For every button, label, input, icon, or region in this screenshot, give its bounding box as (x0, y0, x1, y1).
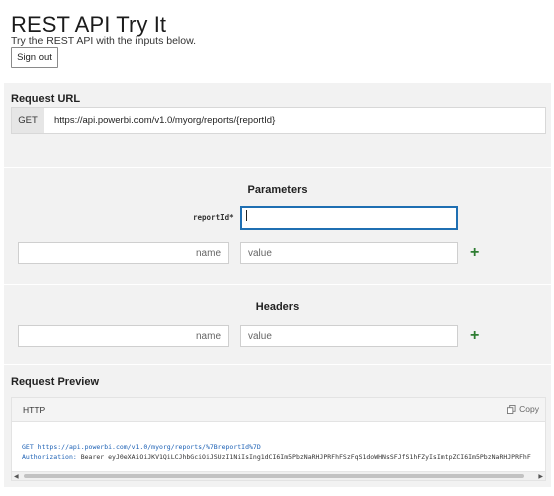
code-header-key: Authorization: (22, 453, 77, 461)
text-caret (246, 210, 247, 221)
report-id-field-wrapper (240, 206, 458, 230)
add-parameter-button[interactable]: + (470, 245, 479, 261)
preview-header-bar: HTTP Copy (12, 398, 545, 422)
param-name-input[interactable] (18, 242, 229, 264)
sign-out-button[interactable]: Sign out (11, 47, 58, 68)
http-tab-label: HTTP (23, 405, 46, 415)
request-preview-section: Request Preview HTTP Copy GET https://ap… (4, 365, 551, 487)
request-url-section: Request URL GET https://api.powerbi.com/… (4, 83, 551, 167)
scroll-right-icon[interactable]: ▶ (538, 473, 543, 480)
request-preview-label: Request Preview (11, 376, 100, 388)
headers-section: Headers + (4, 285, 551, 364)
headers-title: Headers (255, 301, 300, 313)
http-method-badge: GET (12, 108, 44, 133)
code-method: GET (22, 443, 34, 451)
header-name-input[interactable] (18, 325, 229, 347)
request-url-bar: GET https://api.powerbi.com/v1.0/myorg/r… (11, 107, 546, 134)
code-line-authorization: Authorization: Bearer eyJ0eXAiOiJKV1QiLC… (22, 452, 531, 462)
scroll-left-icon[interactable]: ◀ (14, 473, 19, 480)
copy-icon (507, 404, 516, 414)
parameters-title: Parameters (247, 184, 308, 196)
add-header-button[interactable]: + (470, 328, 479, 344)
scrollbar-thumb[interactable] (24, 474, 524, 478)
param-value-input[interactable] (240, 242, 458, 264)
code-line-request: GET https://api.powerbi.com/v1.0/myorg/r… (22, 442, 531, 452)
request-url-label: Request URL (11, 93, 81, 105)
code-header-value: Bearer eyJ0eXAiOiJKV1QiLCJhbGciOiJSUzI1N… (80, 453, 531, 461)
page-subtitle: Try the REST API with the inputs below. (11, 35, 197, 47)
horizontal-scrollbar[interactable]: ◀ ▶ (12, 471, 545, 480)
http-request-code: GET https://api.powerbi.com/v1.0/myorg/r… (22, 442, 531, 462)
header-value-input[interactable] (240, 325, 458, 347)
request-preview-card: HTTP Copy GET https://api.powerbi.com/v1… (11, 397, 546, 481)
parameters-section: Parameters reportId* + (4, 168, 551, 284)
report-id-label: reportId* (193, 213, 234, 222)
copy-button[interactable]: Copy (507, 404, 539, 414)
request-url-text: https://api.powerbi.com/v1.0/myorg/repor… (54, 115, 276, 126)
copy-button-label: Copy (519, 404, 539, 414)
report-id-input[interactable] (240, 206, 458, 230)
code-url: https://api.powerbi.com/v1.0/myorg/repor… (37, 443, 261, 451)
